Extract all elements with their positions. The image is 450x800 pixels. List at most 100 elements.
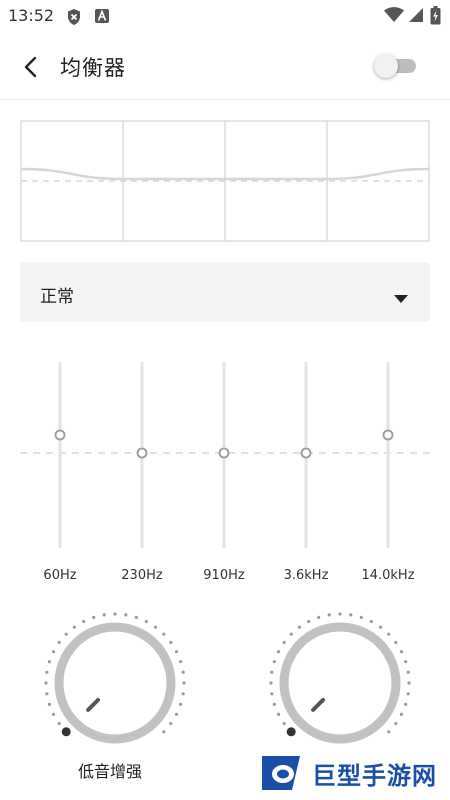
knob-scale-dot (269, 681, 273, 685)
bass-boost-knob-graphic (44, 612, 186, 744)
virtualizer-knob[interactable] (265, 608, 415, 758)
knob-scale-dot (404, 702, 408, 706)
knob-scale-dot (162, 632, 166, 636)
knob-scale-dot (289, 632, 293, 636)
watermark-text: 巨型手游网 (312, 761, 437, 790)
knob-scale-dot (57, 640, 61, 645)
band-sliders-graph (20, 362, 430, 548)
band-label-3-6khz: 3.6kHz (283, 568, 329, 583)
knob-scale-dot (181, 670, 185, 674)
knob-scale-dot (387, 632, 391, 636)
slider-thumb-1[interactable] (136, 447, 148, 459)
knob-scale-dot (406, 692, 410, 696)
virtualizer-knob-graphic (269, 612, 411, 744)
site-watermark: 巨型手游网 (258, 748, 446, 798)
knob-scale-dot (270, 692, 274, 696)
knob-scale-dot (378, 625, 383, 629)
knob-ring (54, 622, 176, 744)
knob-scale-dot (327, 613, 331, 617)
knob-scale-dot (64, 632, 68, 636)
knob-scale-dot (57, 721, 61, 726)
knob-scale-dot (144, 619, 148, 624)
knob-scale-dot (45, 670, 49, 674)
wifi-icon (384, 7, 404, 27)
toggle-thumb (374, 54, 398, 78)
knob-scale-dot (272, 702, 276, 706)
signal-icon (408, 7, 424, 27)
knob-scale-dot (51, 712, 56, 716)
eq-curve-graph (20, 120, 430, 242)
knob-scale-dot (338, 612, 342, 616)
knob-scale-dot (179, 660, 183, 664)
knob-scale-dot (134, 615, 138, 619)
knob-scale-dot (387, 730, 391, 734)
knob-scale-dot (406, 670, 410, 674)
preset-selected-value: 正常 (40, 287, 74, 307)
triangle-down-icon (394, 288, 408, 307)
slider-thumb-0[interactable] (54, 429, 66, 441)
slider-thumb-2[interactable] (218, 447, 230, 459)
slider-thumb-3[interactable] (300, 447, 312, 459)
status-bar: 13:52 (0, 0, 450, 32)
slider-thumb-4[interactable] (382, 429, 394, 441)
battery-charging-icon (430, 6, 441, 29)
app-header: 均衡器 (0, 32, 450, 100)
knob-scale-dot (359, 615, 363, 619)
knob-scale-dot (45, 692, 49, 696)
knob-scale-dot (153, 625, 158, 629)
knob-ring (279, 622, 401, 744)
knob-scale-dot (47, 660, 51, 664)
equalizer-enable-toggle[interactable] (374, 54, 418, 78)
knob-scale-dot (102, 613, 106, 617)
knob-scale-dot (124, 613, 128, 617)
preset-dropdown[interactable]: 正常 (20, 262, 430, 322)
knob-scale-dot (317, 615, 321, 619)
knob-scale-dot (394, 640, 398, 645)
knob-scale-dot (270, 670, 274, 674)
knob-level-marker (61, 727, 71, 737)
knob-scale-dot (113, 612, 117, 616)
knob-scale-dot (369, 619, 373, 624)
band-label-910hz: 910Hz (203, 568, 245, 583)
chevron-left-icon (24, 56, 37, 78)
knob-scale-dot (399, 650, 404, 654)
watermark-logo (262, 756, 300, 790)
knob-scale-dot (72, 625, 77, 629)
bass-boost-label: 低音增强 (78, 762, 143, 781)
font-a-icon (94, 8, 110, 28)
knob-scale-dot (181, 692, 185, 696)
knob-scale-dot (276, 650, 281, 654)
knob-scale-dot (394, 721, 398, 726)
knob-scale-dot (47, 702, 51, 706)
status-time: 13:52 (8, 6, 55, 25)
bass-boost-knob[interactable] (40, 608, 190, 758)
knob-scale-dot (272, 660, 276, 664)
page-title: 均衡器 (60, 56, 126, 80)
knob-scale-dot (92, 615, 96, 619)
knob-scale-dot (404, 660, 408, 664)
band-label-230hz: 230Hz (121, 568, 163, 583)
band-label-60hz: 60Hz (43, 568, 77, 583)
knob-scale-dot (399, 712, 404, 716)
back-button[interactable] (14, 50, 48, 84)
knob-scale-dot (174, 650, 179, 654)
knob-scale-dot (282, 640, 286, 645)
knob-scale-dot (169, 640, 173, 645)
knob-scale-dot (51, 650, 56, 654)
band-sliders: 60Hz 230Hz 910Hz 3.6kHz 14.0kHz (20, 350, 430, 600)
eq-curve-preview (20, 120, 430, 242)
knob-scale-dot (276, 712, 281, 716)
knob-level-marker (286, 727, 296, 737)
knob-scale-dot (349, 613, 353, 617)
band-label-14khz: 14.0kHz (361, 568, 415, 583)
shield-x-icon (66, 8, 82, 30)
knob-scale-dot (174, 712, 179, 716)
knob-scale-dot (182, 681, 186, 685)
knob-scale-dot (162, 730, 166, 734)
knob-scale-dot (179, 702, 183, 706)
knob-scale-dot (169, 721, 173, 726)
knob-scale-dot (282, 721, 286, 726)
knob-scale-dot (307, 619, 311, 624)
knob-scale-dot (407, 681, 411, 685)
knob-scale-dot (82, 619, 86, 624)
